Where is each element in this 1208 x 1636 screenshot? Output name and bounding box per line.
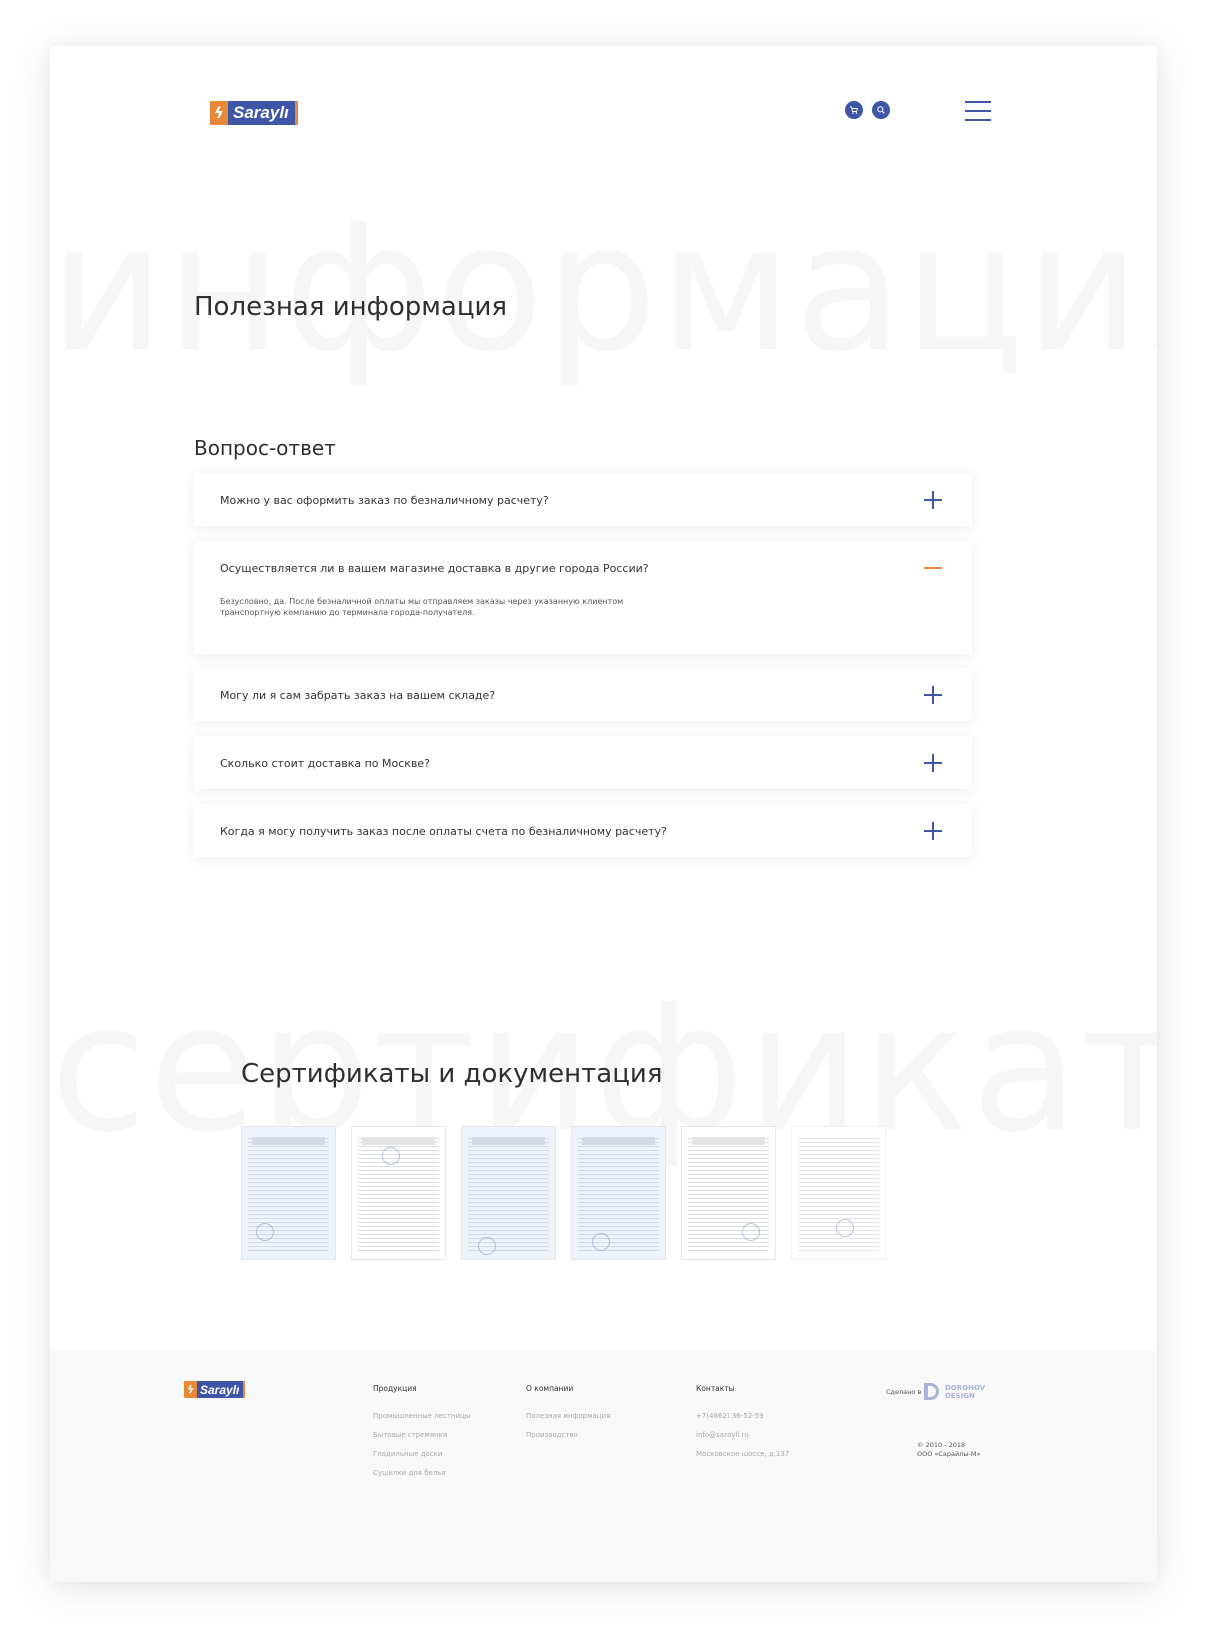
- footer-link[interactable]: Промышленные лестницы: [373, 1412, 470, 1420]
- plus-icon[interactable]: [924, 491, 942, 509]
- made-by-label: Сделано в: [886, 1388, 922, 1396]
- footer-link[interactable]: Производство: [526, 1431, 578, 1439]
- footer-logo[interactable]: ϟ Saraylı: [184, 1381, 246, 1398]
- logo-bolt-icon: ϟ: [210, 101, 228, 125]
- faq-answer: Безусловно, да. После безналичной оплаты…: [220, 597, 624, 617]
- studio-name-line2: DESIGN: [945, 1391, 975, 1400]
- plus-icon[interactable]: [924, 822, 942, 840]
- certificate-thumbnail[interactable]: [681, 1126, 776, 1260]
- plus-icon[interactable]: [924, 686, 942, 704]
- footer-logo-text: Saraylı: [197, 1381, 246, 1398]
- footer-company-title: О компании: [526, 1384, 574, 1393]
- certificate-thumbnail[interactable]: [241, 1126, 336, 1260]
- footer-products-title: Продукция: [373, 1384, 417, 1393]
- copyright-years: © 2010 - 2018: [917, 1441, 966, 1449]
- studio-logo[interactable]: DOROHOV DESIGN: [924, 1383, 985, 1400]
- page-title: Полезная информация: [194, 292, 508, 322]
- faq-question: Можно у вас оформить заказ по безналично…: [220, 494, 549, 507]
- faq-question: Могу ли я сам забрать заказ на вашем скл…: [220, 689, 496, 702]
- footer-link[interactable]: Полезная информация: [526, 1412, 610, 1420]
- faq-section-title: Вопрос-ответ: [194, 436, 336, 460]
- footer: ϟ Saraylı Продукция Промышленные лестниц…: [50, 1351, 1157, 1582]
- cart-button[interactable]: [845, 101, 863, 119]
- hamburger-menu-icon[interactable]: [965, 101, 991, 121]
- faq-item[interactable]: Когда я могу получить заказ после оплаты…: [194, 804, 972, 857]
- footer-contacts-title: Контакты: [696, 1384, 735, 1393]
- faq-item-expanded[interactable]: Осуществляется ли в вашем магазине доста…: [194, 541, 972, 654]
- logo-bolt-icon: ϟ: [184, 1381, 197, 1398]
- copyright-company: ООО «Сарайлы-М»: [917, 1450, 981, 1458]
- certificate-thumbnail[interactable]: [791, 1126, 886, 1260]
- faq-question: Когда я могу получить заказ после оплаты…: [220, 825, 667, 838]
- certificate-thumbnail[interactable]: [351, 1126, 446, 1260]
- certificates-title: Сертификаты и документация: [241, 1059, 663, 1089]
- footer-link[interactable]: Гладильные доски: [373, 1450, 442, 1458]
- faq-item[interactable]: Сколько стоит доставка по Москве?: [194, 736, 972, 789]
- search-button[interactable]: [872, 101, 890, 119]
- cart-icon: [850, 106, 859, 114]
- studio-name-line1: DOROHOV: [945, 1383, 986, 1392]
- plus-icon[interactable]: [924, 754, 942, 772]
- search-icon: [877, 106, 885, 114]
- site-logo[interactable]: ϟ Saraylı: [210, 101, 298, 125]
- certificate-thumbnail[interactable]: [461, 1126, 556, 1260]
- footer-link[interactable]: Бытовые стремянки: [373, 1431, 447, 1439]
- faq-question: Сколько стоит доставка по Москве?: [220, 757, 430, 770]
- footer-address: Московское шоссе, д.137: [696, 1450, 790, 1458]
- studio-d-icon: [924, 1383, 939, 1400]
- faq-item[interactable]: Можно у вас оформить заказ по безналично…: [194, 473, 972, 526]
- minus-icon[interactable]: [924, 559, 942, 577]
- footer-phone[interactable]: +7(4862) 36-52-59: [696, 1412, 764, 1420]
- footer-link[interactable]: Сушилки для белья: [373, 1469, 446, 1477]
- footer-email[interactable]: info@sarayli.ru: [696, 1431, 749, 1439]
- faq-item[interactable]: Могу ли я сам забрать заказ на вашем скл…: [194, 668, 972, 721]
- logo-text: Saraylı: [228, 101, 298, 125]
- background-word-info: информация: [50, 186, 1157, 391]
- certificate-thumbnail[interactable]: [571, 1126, 666, 1260]
- page-frame: ϟ Saraylı информация Полезная информация…: [50, 46, 1157, 1582]
- faq-question: Осуществляется ли в вашем магазине доста…: [220, 562, 649, 575]
